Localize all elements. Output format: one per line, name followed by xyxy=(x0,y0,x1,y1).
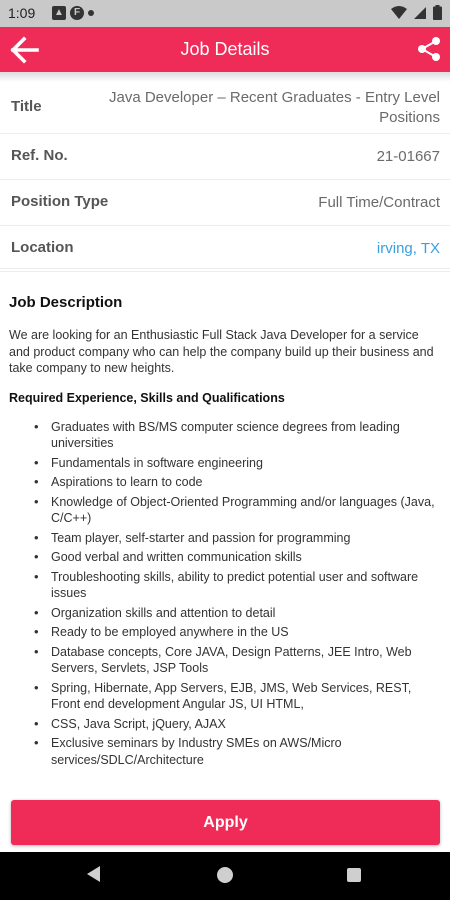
system-icons xyxy=(391,5,442,20)
header-shadow xyxy=(0,72,450,82)
dot-icon xyxy=(88,10,94,16)
battery-icon xyxy=(433,5,442,20)
wifi-icon xyxy=(391,5,407,19)
detail-row-title: Title Java Developer – Recent Graduates … xyxy=(0,82,450,134)
location-label: Location xyxy=(11,239,74,256)
list-item: Organization skills and attention to det… xyxy=(32,605,441,622)
list-item: Aspirations to learn to code xyxy=(32,474,441,491)
list-item: Graduates with BS/MS computer science de… xyxy=(32,419,441,452)
list-item: Ready to be employed anywhere in the US xyxy=(32,624,441,641)
page-title: Job Details xyxy=(180,39,270,59)
list-item: Knowledge of Object-Oriented Programming… xyxy=(32,494,441,527)
list-item: Troubleshooting skills, ability to predi… xyxy=(32,569,441,602)
title-value: Java Developer – Recent Graduates - Entr… xyxy=(108,89,440,126)
system-nav-bar xyxy=(0,852,450,900)
list-item: Exclusive seminars by Industry SMEs on A… xyxy=(32,735,441,768)
job-description[interactable]: Job Description We are looking for an En… xyxy=(9,283,441,793)
signal-icon xyxy=(414,6,426,19)
detail-row-position-type: Position Type Full Time/Contract xyxy=(0,180,450,226)
detail-row-ref: Ref. No. 21-01667 xyxy=(0,134,450,180)
job-description-heading: Job Description xyxy=(9,294,123,311)
list-item: Spring, Hibernate, App Servers, EJB, JMS… xyxy=(32,680,441,713)
list-item: Database concepts, Core JAVA, Design Pat… xyxy=(32,644,441,677)
position-type-value: Full Time/Contract xyxy=(318,194,440,211)
job-details-table: Title Java Developer – Recent Graduates … xyxy=(0,82,450,272)
status-time: 1:09 xyxy=(8,5,36,21)
list-item: Good verbal and written communication sk… xyxy=(32,549,441,566)
apply-button[interactable]: Apply xyxy=(11,800,440,845)
nav-home-icon[interactable] xyxy=(217,867,233,883)
share-icon[interactable] xyxy=(416,36,442,62)
position-type-label: Position Type xyxy=(11,193,109,210)
requirements-list: Graduates with BS/MS computer science de… xyxy=(9,419,441,769)
app-bar: Job Details xyxy=(0,27,450,72)
location-link[interactable]: irving, TX xyxy=(377,239,440,259)
title-label: Title xyxy=(11,98,42,115)
requirements-heading: Required Experience, Skills and Qualific… xyxy=(9,390,285,405)
list-item: CSS, Java Script, jQuery, AJAX xyxy=(32,716,441,733)
notification-icons: ▲ F xyxy=(52,6,94,20)
photos-icon: ▲ xyxy=(52,6,66,20)
flipboard-icon: F xyxy=(70,6,84,20)
job-description-intro: We are looking for an Enthusiastic Full … xyxy=(9,328,434,375)
list-item: Fundamentals in software engineering xyxy=(32,455,441,472)
ref-label: Ref. No. xyxy=(11,147,68,164)
ref-value: 21-01667 xyxy=(376,148,440,165)
status-bar: 1:09 ▲ F xyxy=(0,0,450,27)
divider xyxy=(0,268,450,269)
nav-back-icon[interactable] xyxy=(87,866,100,882)
list-item: Team player, self-starter and passion fo… xyxy=(32,530,441,547)
nav-recents-icon[interactable] xyxy=(347,868,361,882)
detail-row-location: Location irving, TX xyxy=(0,226,450,272)
